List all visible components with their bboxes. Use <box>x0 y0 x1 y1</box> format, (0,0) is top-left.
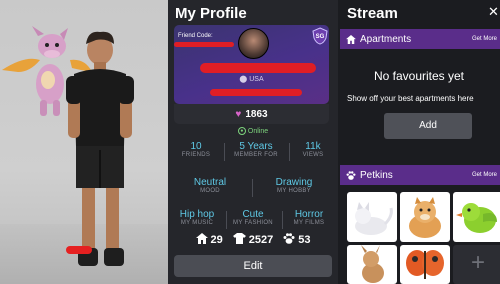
pets-counter[interactable]: 53 <box>283 233 310 246</box>
shirt-icon <box>232 233 246 244</box>
empty-title: No favourites yet <box>373 69 465 83</box>
apartments-header: Apartments Get More <box>340 29 500 49</box>
apartments-counter[interactable]: 29 <box>195 233 223 246</box>
fashion-field[interactable]: Cute MY FASHION <box>226 209 280 226</box>
profile-avatar[interactable] <box>238 28 269 59</box>
friend-code-redaction <box>174 42 234 47</box>
petkins-header: Petkins Get More <box>340 165 500 185</box>
profile-panel: My Profile Friend Code: SG ⬤ USA ♥ 1863 ●… <box>168 0 338 284</box>
country-label: ⬤ USA <box>174 75 329 83</box>
pet-tile-butterfly[interactable] <box>400 245 450 284</box>
apartments-get-more-link[interactable]: Get More <box>472 36 497 42</box>
music-value: Hip hop <box>179 209 215 220</box>
profile-card[interactable]: Friend Code: SG ⬤ USA <box>174 25 329 104</box>
house-icon <box>346 34 356 44</box>
films-value: Horror <box>294 209 324 220</box>
online-status: ● Online <box>168 127 338 135</box>
avatar-figure <box>2 26 134 266</box>
badge-text: SG <box>315 34 325 40</box>
music-field[interactable]: Hip hop MY MUSIC <box>170 209 224 226</box>
deer-image <box>361 245 384 283</box>
clock-icon: ● <box>237 127 246 135</box>
music-label: MY MUSIC <box>180 220 214 226</box>
stat-label: VIEWS <box>302 152 324 158</box>
status-redaction <box>210 89 302 96</box>
outfits-counter[interactable]: 2527 <box>232 233 274 246</box>
edit-button[interactable]: Edit <box>174 255 332 277</box>
petkins-get-more-link[interactable]: Get More <box>472 172 497 178</box>
hobby-value: Drawing <box>275 177 313 188</box>
mood-value: Neutral <box>193 177 227 188</box>
profile-title: My Profile <box>175 5 247 22</box>
stream-title: Stream <box>347 5 398 22</box>
bird-image <box>456 203 497 233</box>
app-root: My Profile Friend Code: SG ⬤ USA ♥ 1863 ●… <box>0 0 500 284</box>
heart-icon: ♥ <box>235 108 242 120</box>
paw-icon <box>346 170 356 180</box>
country-text: USA <box>249 76 264 83</box>
films-label: MY FILMS <box>293 220 325 226</box>
pet-tile-dog[interactable] <box>400 192 450 242</box>
hearts-count: 1863 <box>245 108 268 120</box>
stat-value: 10 <box>190 141 202 152</box>
butterfly-image <box>406 250 444 279</box>
mood-label: MOOD <box>200 188 220 194</box>
stat-label: MEMBER FOR <box>234 152 278 158</box>
add-pet-tile[interactable]: + <box>453 245 500 284</box>
house-icon <box>195 233 208 244</box>
hobby-label: MY HOBBY <box>277 188 311 194</box>
stat-member-for: 5 Years MEMBER FOR <box>224 141 288 158</box>
location-pin-icon: ⬤ <box>239 76 248 83</box>
dog-image <box>409 197 441 238</box>
avatar-scene[interactable] <box>0 0 168 284</box>
empty-subtitle: Show off your best apartments here <box>347 94 474 103</box>
fashion-value: Cute <box>242 209 264 220</box>
friend-code-label: Friend Code: <box>178 33 213 39</box>
fashion-label: MY FASHION <box>233 220 273 226</box>
plus-icon: + <box>470 249 485 276</box>
redaction-mark <box>66 246 92 254</box>
paw-icon <box>283 233 295 244</box>
close-icon[interactable]: ✕ <box>488 4 499 20</box>
petkins-title: Petkins <box>360 169 393 181</box>
pet-tile-deer[interactable] <box>347 245 397 284</box>
cat-image <box>355 202 393 235</box>
stat-friends[interactable]: 10 FRIENDS <box>170 141 222 158</box>
counters-row: 29 2527 53 <box>168 233 338 246</box>
stat-value: 11k <box>305 141 321 152</box>
counter-value: 53 <box>298 234 311 246</box>
counter-value: 2527 <box>248 234 274 246</box>
stream-panel: Stream ✕ Apartments Get More No favourit… <box>338 0 500 284</box>
pet-tile-bird[interactable] <box>453 192 500 242</box>
mood-field[interactable]: Neutral MOOD <box>170 177 250 194</box>
stat-views: 11k VIEWS <box>289 141 337 158</box>
pet-tile-cat[interactable] <box>347 192 397 242</box>
add-apartment-button[interactable]: Add <box>384 113 472 139</box>
stat-label: FRIENDS <box>181 152 211 158</box>
hobby-field[interactable]: Drawing MY HOBBY <box>252 177 336 194</box>
films-field[interactable]: Horror MY FILMS <box>282 209 336 226</box>
hearts-bar: ♥ 1863 <box>174 104 329 124</box>
stat-value: 5 Years <box>239 141 273 152</box>
apartments-title: Apartments <box>360 33 412 45</box>
username-redaction <box>200 63 316 73</box>
counter-value: 29 <box>210 234 223 246</box>
online-text: Online <box>247 127 269 135</box>
